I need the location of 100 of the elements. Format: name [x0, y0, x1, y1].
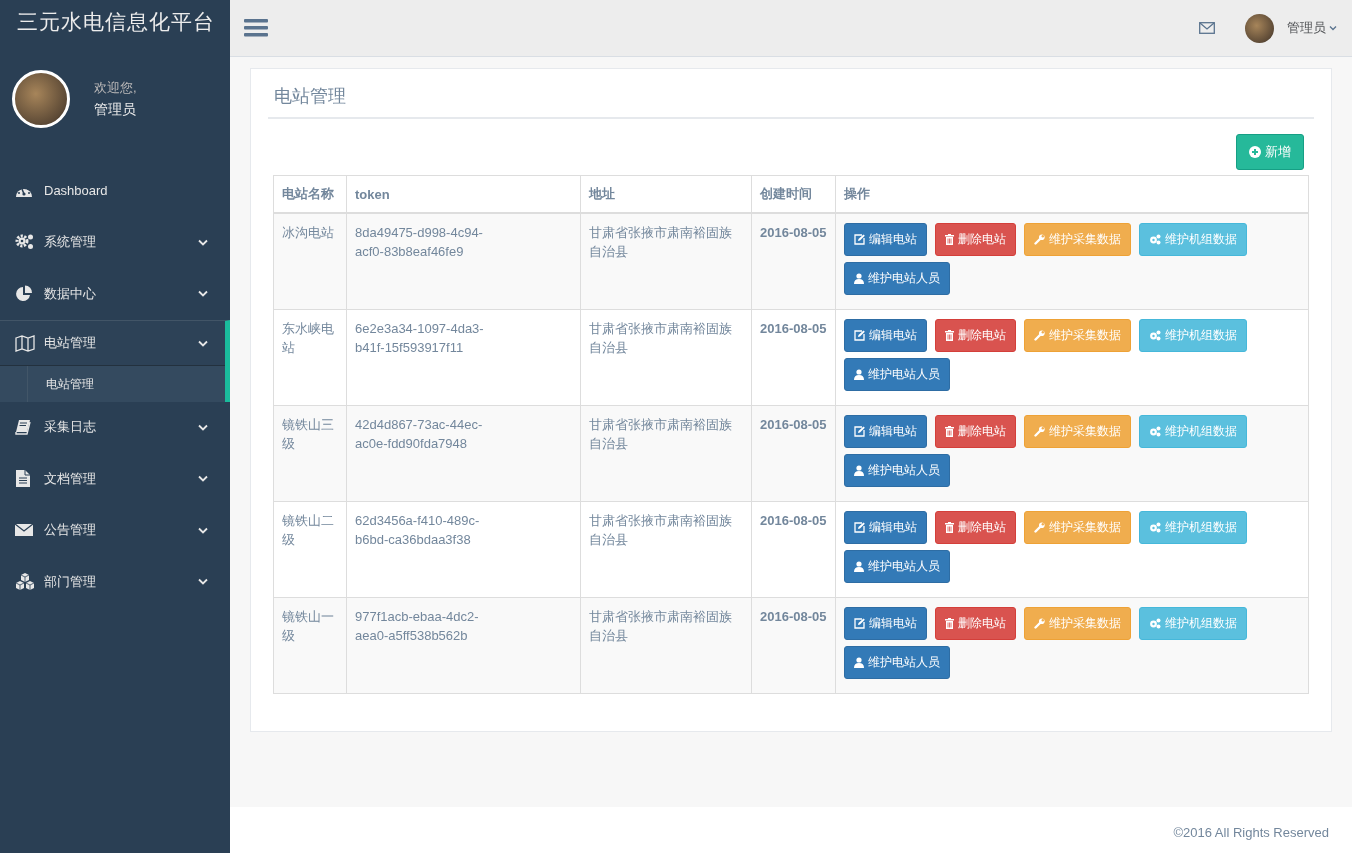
- menu-label: 部门管理: [44, 572, 97, 591]
- gears-icon: [1148, 330, 1161, 341]
- action-button[interactable]: 编辑电站: [843, 415, 927, 448]
- table-cell: 东水峡电站: [273, 309, 347, 406]
- table-cell-text: 甘肃省张掖市肃南裕固族自治县: [589, 320, 733, 357]
- menu-label: 采集日志: [44, 418, 97, 437]
- chevron-down-icon: [198, 339, 208, 347]
- action-button[interactable]: 编辑电站: [843, 511, 927, 544]
- user-icon: [853, 273, 864, 284]
- user-icon: [853, 369, 864, 380]
- pie-chart-icon: [15, 284, 33, 303]
- welcome-text: 欢迎您,: [94, 78, 137, 97]
- gears-icon: [15, 233, 35, 252]
- table-cell: 冰沟电站: [273, 213, 347, 310]
- action-button[interactable]: 删除电站: [934, 319, 1016, 352]
- edit-icon: [853, 330, 865, 341]
- trash-icon: [944, 330, 954, 341]
- user-icon: [853, 561, 864, 572]
- trash-icon: [944, 234, 954, 245]
- edit-icon: [853, 234, 865, 245]
- envelope-icon: [15, 523, 33, 538]
- chevron-down-icon: [198, 290, 208, 298]
- menu-label: 文档管理: [44, 469, 97, 488]
- menu-label: Dashboard: [44, 183, 109, 199]
- menu-label: 公告管理: [44, 521, 97, 540]
- chevron-down-icon: [198, 578, 208, 586]
- menu-item[interactable]: 数据中心: [0, 268, 230, 320]
- table-cell: 2016-08-05: [751, 309, 835, 406]
- action-button[interactable]: 维护电站人员: [843, 646, 950, 679]
- menu-item[interactable]: 系统管理: [0, 216, 230, 268]
- menu-item[interactable]: 电站管理: [0, 319, 230, 366]
- menu-item[interactable]: Dashboard: [0, 165, 230, 217]
- table-cell-text: 8da49475-d998-4c94-acf0-83b8eaf46fe9: [355, 224, 484, 261]
- chevron-down-icon: [198, 238, 208, 246]
- action-button[interactable]: 维护电站人员: [843, 454, 950, 487]
- user-menu[interactable]: 管理员: [1274, 19, 1337, 37]
- trash-icon: [944, 522, 954, 533]
- chevron-down-icon: [198, 423, 208, 431]
- table-cell-text: 62d3456a-f410-489c-b6bd-ca36bdaa3f38: [355, 512, 481, 549]
- menu-label: 系统管理: [44, 233, 97, 252]
- gears-icon: [1148, 522, 1161, 533]
- action-button[interactable]: 维护电站人员: [843, 358, 950, 391]
- action-button[interactable]: 删除电站: [934, 511, 1016, 544]
- menu-icon[interactable]: [244, 18, 268, 38]
- action-button[interactable]: 维护电站人员: [843, 262, 950, 295]
- avatar[interactable]: [1245, 13, 1274, 43]
- table-cell-text: 甘肃省张掖市肃南裕固族自治县: [589, 512, 733, 549]
- chevron-down-icon: [1329, 25, 1337, 31]
- menu-label: 数据中心: [44, 284, 97, 303]
- menu-item[interactable]: 公告管理: [0, 504, 230, 556]
- edit-icon: [853, 522, 865, 533]
- action-button[interactable]: 编辑电站: [843, 319, 927, 352]
- menu-label: 电站管理: [44, 334, 97, 352]
- user-name: 管理员: [94, 100, 137, 119]
- action-button[interactable]: 删除电站: [934, 415, 1016, 448]
- menu-item[interactable]: 部门管理: [0, 556, 230, 608]
- chevron-down-icon: [198, 475, 208, 483]
- wrench-icon: [1033, 426, 1045, 437]
- action-button[interactable]: 编辑电站: [843, 607, 927, 640]
- submenu-item[interactable]: 电站管理: [0, 365, 225, 402]
- gears-icon: [1148, 234, 1161, 245]
- wrench-icon: [1033, 522, 1045, 533]
- edit-icon: [853, 618, 865, 629]
- document-icon: [15, 469, 31, 489]
- add-button[interactable]: 新增: [1236, 134, 1304, 170]
- map-icon: [15, 334, 35, 352]
- table-cell: 2016-08-05: [751, 405, 835, 502]
- copyright-text: ©2016 All Rights Reserved: [1173, 825, 1329, 840]
- chevron-down-icon: [198, 526, 208, 534]
- table-cell: 2016-08-05: [751, 597, 835, 694]
- menu-item[interactable]: 文档管理: [0, 453, 230, 505]
- mail-icon[interactable]: [1199, 22, 1215, 34]
- wrench-icon: [1033, 618, 1045, 629]
- table-cell-text: 甘肃省张掖市肃南裕固族自治县: [589, 608, 733, 645]
- panel-title: 电站管理: [268, 79, 1314, 119]
- table-cell: 镜铁山三级: [273, 405, 347, 502]
- table-cell-text: 甘肃省张掖市肃南裕固族自治县: [589, 224, 733, 261]
- table-cell-text: 42d4d867-73ac-44ec-ac0e-fdd90fda7948: [355, 416, 484, 453]
- edit-icon: [853, 426, 865, 437]
- table-cell: 2016-08-05: [751, 213, 835, 310]
- app-title: 三元水电信息化平台: [16, 9, 216, 35]
- table-cell-text: 6e2e3a34-1097-4da3-b41f-15f593917f11: [355, 320, 485, 357]
- table-cell: 镜铁山一级: [273, 597, 347, 694]
- table-cell-text: 甘肃省张掖市肃南裕固族自治县: [589, 416, 733, 453]
- trash-icon: [944, 618, 954, 629]
- user-icon: [853, 657, 864, 668]
- action-button[interactable]: 编辑电站: [843, 223, 927, 256]
- menu-item[interactable]: 采集日志: [0, 401, 230, 453]
- action-button[interactable]: 删除电站: [934, 223, 1016, 256]
- gears-icon: [1148, 618, 1161, 629]
- avatar: [12, 69, 70, 128]
- trash-icon: [944, 426, 954, 437]
- table-cell: 2016-08-05: [751, 501, 835, 598]
- book-icon: [15, 419, 31, 436]
- plus-circle-icon: [1249, 146, 1261, 158]
- table-cell-text: 977f1acb-ebaa-4dc2-aea0-a5ff538b562b: [355, 608, 480, 645]
- user-icon: [853, 465, 864, 476]
- gears-icon: [1148, 426, 1161, 437]
- action-button[interactable]: 维护电站人员: [843, 550, 950, 583]
- action-button[interactable]: 删除电站: [934, 607, 1016, 640]
